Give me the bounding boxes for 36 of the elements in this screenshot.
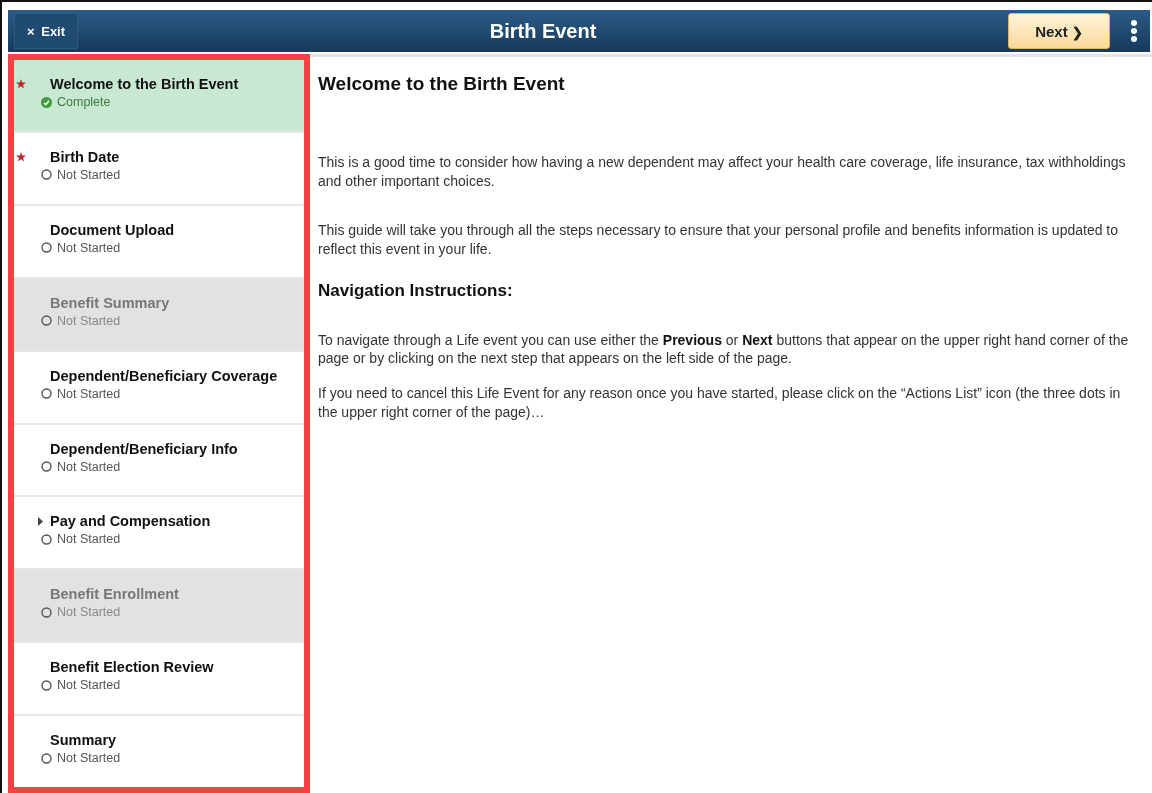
step-label: Birth Date <box>50 148 120 165</box>
expand-icon[interactable] <box>38 517 43 527</box>
step-item[interactable]: Welcome to the Birth Event Complete <box>14 60 304 133</box>
step-item[interactable]: Benefit Election Review Not Started <box>14 643 304 717</box>
section-heading: Navigation Instructions: <box>318 280 514 301</box>
step-item[interactable]: Dependent/Beneficiary Coverage Not Started <box>14 351 304 425</box>
step-label: Welcome to the Birth Event <box>50 76 239 92</box>
step-label: Document Upload <box>50 221 175 238</box>
step-item[interactable]: Dependent/Beneficiary Info Not Started <box>14 424 304 498</box>
paragraph: If you need to cancel this Life Event for any reason once you have started, please click on the “Actions List” icon (the three dots in the upper right corner of the page)… <box>318 384 1122 423</box>
paragraph: This guide will take you through all the steps necessary to ensure that your personal profile and benefits information is updated to reflect this event in your life. <box>318 220 1120 259</box>
next-button[interactable]: Next ❯ <box>1008 13 1110 49</box>
step-label: Dependent/Beneficiary Coverage <box>50 367 278 384</box>
step-label: Benefit Enrollment <box>50 586 179 603</box>
step-label: Dependent/Beneficiary Info <box>50 440 238 457</box>
step-status: Not Started <box>57 167 121 182</box>
step-status: Not Started <box>57 240 121 255</box>
step-label: Summary <box>50 732 117 749</box>
step-label: Pay and Compensation <box>50 513 211 530</box>
paragraph: This is a good time to consider how having a new dependent may affect your health care coverage, life insurance, tax withholdings and other important choices. <box>318 153 1127 191</box>
step-status: Not Started <box>57 313 121 328</box>
step-label: Benefit Election Review <box>50 659 214 676</box>
step-item[interactable]: Birth Date Not Started <box>14 132 304 206</box>
content-heading: Welcome to the Birth Event <box>318 73 566 95</box>
step-status: Not Started <box>57 678 121 693</box>
step-status: Not Started <box>57 751 121 766</box>
step-status: Complete <box>57 95 111 109</box>
step-status: Not Started <box>57 532 121 547</box>
page-title: Birth Event <box>488 19 598 43</box>
step-status: Not Started <box>57 459 121 474</box>
paragraph: To navigate through a Life event you can use either the Previous or Next buttons that appear on the upper right hand corner of the page or by clicking on the next step that appears on the left side of the page. <box>318 330 1130 369</box>
step-item[interactable]: Summary Not Started <box>14 716 304 788</box>
step-status: Not Started <box>57 605 121 620</box>
step-label: Benefit Summary <box>50 294 170 311</box>
step-status: Not Started <box>57 386 121 401</box>
exit-button[interactable]: × Exit <box>14 13 79 49</box>
